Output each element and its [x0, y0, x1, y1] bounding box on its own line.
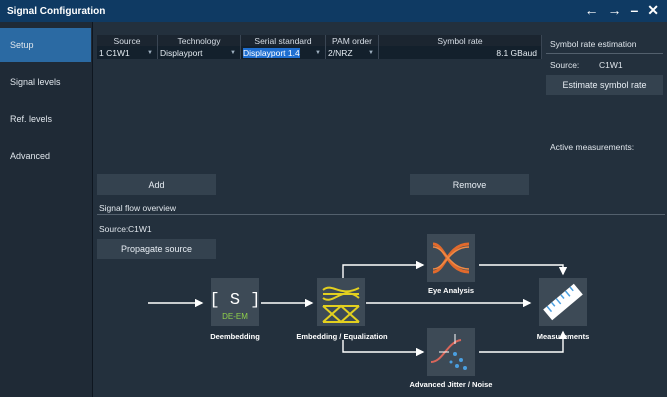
minimize-icon[interactable]: –: [630, 2, 638, 19]
eye-diagram-icon: [432, 242, 470, 274]
sidebar-item-label: Ref. levels: [10, 114, 53, 124]
sidebar-item-setup[interactable]: Setup: [0, 28, 91, 62]
equalization-block[interactable]: [317, 278, 365, 326]
jitter-noise-label: Advanced Jitter / Noise: [409, 380, 493, 389]
flow-arrow: [479, 264, 568, 276]
jitter-noise-icon: [430, 334, 467, 370]
window-title: Signal Configuration: [7, 5, 106, 17]
deembedding-sub-text: DE-EM: [222, 312, 248, 321]
deembedding-label: Deembedding: [210, 332, 260, 341]
measurements-label: Measurements: [536, 332, 590, 341]
sidebar-item-advanced[interactable]: Advanced: [0, 139, 91, 173]
main-panel: Source Technology Serial standard PAM or…: [93, 22, 667, 397]
jitter-noise-block[interactable]: [427, 328, 475, 376]
window-controls: ← → – ✕: [584, 2, 659, 19]
title-bar: Signal Configuration ← → – ✕: [0, 0, 667, 22]
deembedding-icon: [ S ] DE-EM: [209, 291, 260, 321]
back-arrow-icon[interactable]: ←: [584, 2, 598, 19]
deembedding-icon-text: [ S ]: [211, 291, 259, 310]
forward-arrow-icon[interactable]: →: [607, 2, 621, 19]
flow-arrow: [342, 340, 425, 357]
sidebar-item-signal-levels[interactable]: Signal levels: [0, 65, 91, 99]
ruler-icon: [543, 283, 583, 321]
sidebar-item-ref-levels[interactable]: Ref. levels: [0, 102, 91, 136]
sidebar-item-label: Setup: [10, 40, 34, 50]
close-icon[interactable]: ✕: [647, 2, 659, 19]
sidebar-item-label: Signal levels: [10, 77, 61, 87]
measurements-block[interactable]: [539, 278, 587, 326]
deembedding-block[interactable]: [ S ] DE-EM: [209, 278, 261, 326]
equalization-icon: [322, 286, 360, 324]
eye-analysis-block[interactable]: [427, 234, 475, 282]
eye-analysis-label: Eye Analysis: [428, 286, 474, 295]
equalization-label: Embedding / Equalization: [296, 332, 388, 341]
sidebar: Setup Signal levels Ref. levels Advanced: [0, 22, 93, 397]
flow-arrow: [342, 260, 425, 278]
sidebar-item-label: Advanced: [10, 151, 51, 161]
